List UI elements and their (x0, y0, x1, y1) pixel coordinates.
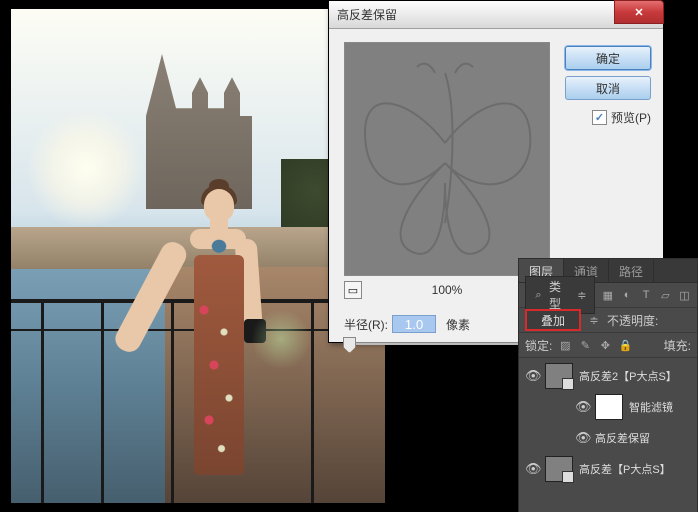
opacity-label: 不透明度: (607, 312, 658, 329)
filter-adjust-icon[interactable]: ◐ (620, 288, 633, 302)
layers-list: 👁 高反差2【P大点S】 👁 智能滤镜 👁 高反差保留 👁 高反差【P大点S】 (519, 358, 697, 486)
smart-object-icon (562, 471, 574, 483)
lock-trans-icon[interactable]: ▨ (558, 338, 572, 352)
tab-paths[interactable]: 路径 (609, 259, 654, 282)
visibility-icon[interactable]: 👁 (575, 399, 589, 415)
lock-pixel-icon[interactable]: ✎ (578, 338, 592, 352)
smart-object-icon (562, 378, 574, 390)
filter-name: 高反差保留 (595, 430, 650, 446)
lock-pos-icon[interactable]: ✥ (598, 338, 612, 352)
layer-thumbnail[interactable] (545, 456, 573, 482)
filter-type-label: 类型 (549, 278, 571, 312)
smart-filters-label: 智能滤镜 (629, 399, 673, 415)
filter-type-icon[interactable]: T (640, 288, 653, 302)
close-icon: ✕ (634, 6, 643, 19)
filter-preview[interactable] (344, 42, 550, 276)
chevron-icon: ≑ (587, 313, 601, 327)
workspace: 高反差保留 ✕ ▭ 100% ▣ 确定 取消 ✓ 预览(P) 半径(R): (0, 0, 698, 512)
radius-unit: 像素 (446, 316, 470, 333)
search-icon: ⌕ (532, 288, 545, 302)
smart-filter-item[interactable]: 👁 高反差保留 (519, 422, 697, 453)
preview-checkbox-label: 预览(P) (611, 109, 651, 126)
photo-rail-post (311, 299, 314, 503)
visibility-icon[interactable]: 👁 (575, 430, 589, 446)
layer-row[interactable]: 👁 高反差2【P大点S】 (519, 360, 697, 391)
close-button[interactable]: ✕ (614, 0, 664, 24)
preview-image (345, 43, 549, 275)
layer-name: 高反差2【P大点S】 (579, 368, 677, 384)
cancel-button[interactable]: 取消 (565, 76, 651, 100)
minus-icon: ▭ (348, 284, 358, 297)
filter-smart-icon[interactable]: ◫ (678, 288, 691, 302)
check-icon: ✓ (595, 111, 604, 124)
layers-panel: 图层 通道 路径 ⌕ 类型 ≑ ▦ ◐ T ▱ ◫ 叠加 ≑ 不透明度: 锁定:… (518, 258, 698, 512)
ok-button[interactable]: 确定 (565, 46, 651, 70)
photo-sun (26, 109, 146, 229)
radius-label: 半径(R): (344, 316, 388, 333)
filter-pixel-icon[interactable]: ▦ (601, 288, 614, 302)
visibility-icon[interactable]: 👁 (525, 368, 539, 384)
layer-name: 高反差【P大点S】 (579, 461, 671, 477)
lock-all-icon[interactable]: 🔒 (618, 338, 632, 352)
fill-label: 填充: (664, 337, 691, 354)
layer-filter-row: ⌕ 类型 ≑ ▦ ◐ T ▱ ◫ (519, 283, 697, 308)
filter-shape-icon[interactable]: ▱ (659, 288, 672, 302)
zoom-level: 100% (432, 283, 463, 297)
photo-rail-post (41, 299, 44, 503)
radius-input[interactable] (392, 315, 436, 333)
zoom-out-button[interactable]: ▭ (344, 281, 362, 299)
preview-checkbox-row: ✓ 预览(P) (592, 109, 651, 126)
dialog-titlebar[interactable]: 高反差保留 ✕ (329, 1, 663, 29)
filter-mask-thumbnail[interactable] (595, 394, 623, 420)
smart-filters-row[interactable]: 👁 智能滤镜 (519, 391, 697, 422)
blend-mode-select[interactable]: 叠加 (525, 309, 581, 331)
dialog-title-text: 高反差保留 (337, 6, 397, 23)
lock-row: 锁定: ▨ ✎ ✥ 🔒 填充: (519, 333, 697, 358)
lock-label: 锁定: (525, 337, 552, 354)
photo-dress (194, 255, 244, 475)
photo-rail-post (101, 299, 104, 503)
radius-row: 半径(R): 像素 (344, 315, 470, 333)
dropdown-icon: ≑ (575, 288, 588, 302)
preview-checkbox[interactable]: ✓ (592, 110, 607, 125)
layer-row[interactable]: 👁 高反差【P大点S】 (519, 453, 697, 484)
blend-mode-label: 叠加 (541, 312, 565, 329)
photo-lens-flare (251, 309, 311, 369)
photo-dress-pattern (194, 255, 244, 475)
blend-row: 叠加 ≑ 不透明度: (519, 308, 697, 333)
visibility-icon[interactable]: 👁 (525, 461, 539, 477)
layer-thumbnail[interactable] (545, 363, 573, 389)
